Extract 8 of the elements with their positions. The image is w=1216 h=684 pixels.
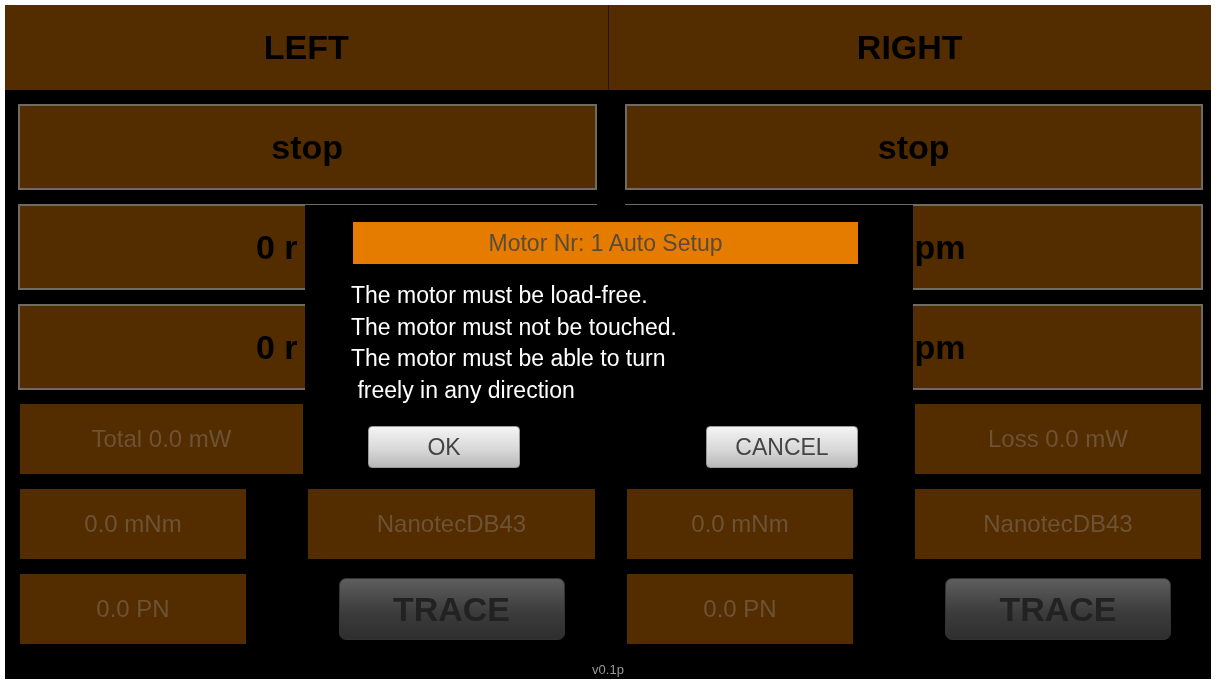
- stop-button[interactable]: stop: [624, 104, 1203, 190]
- panel-header: RIGHT: [607, 5, 1211, 90]
- dialog-button[interactable]: CANCEL: [706, 426, 858, 468]
- dialog-title: Motor Nr: 1 Auto Setup: [353, 222, 858, 264]
- stop-button[interactable]: stop: [18, 104, 597, 190]
- panel-header: LEFT: [5, 5, 608, 90]
- version-label: v0.1p: [592, 662, 624, 679]
- dialog-button[interactable]: OK: [368, 426, 520, 468]
